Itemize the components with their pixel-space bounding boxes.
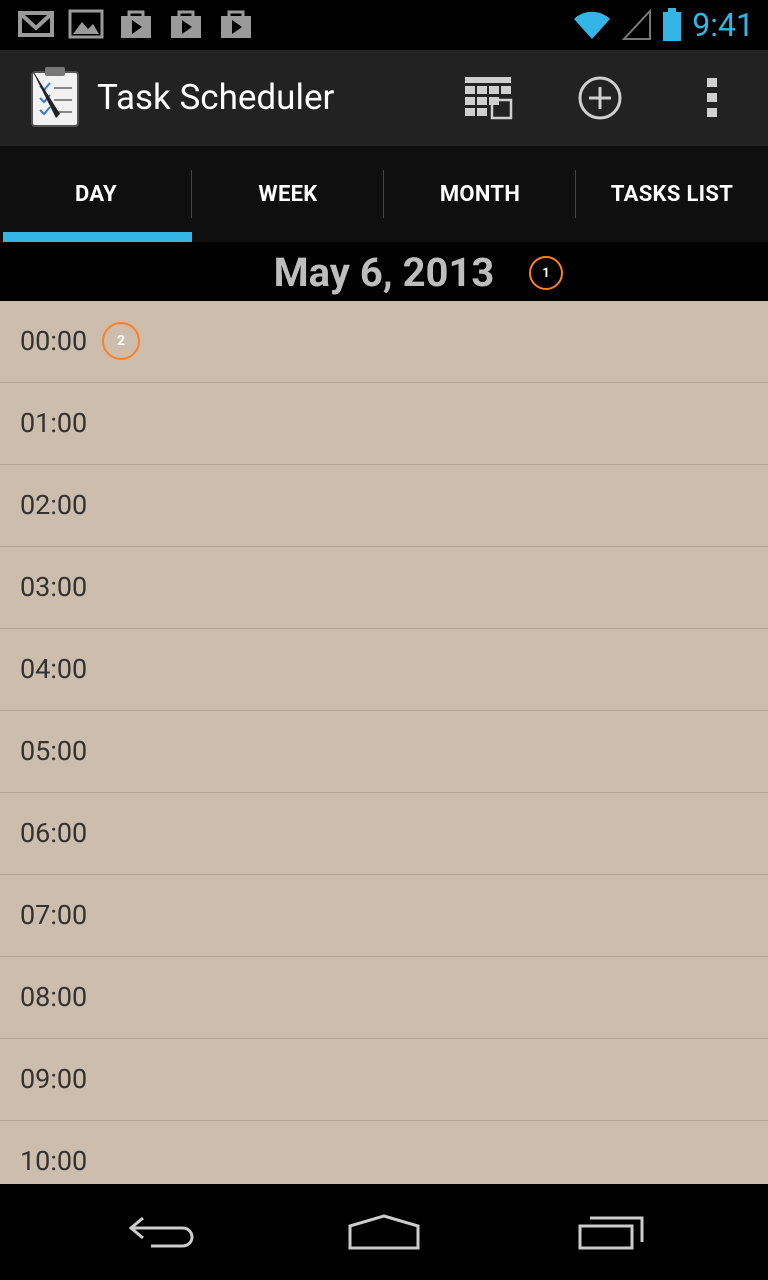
action-bar: Task Scheduler	[0, 50, 768, 147]
play-store-icon	[121, 10, 151, 38]
hour-row[interactable]: 07:00	[0, 875, 768, 957]
play-store-icon	[221, 10, 251, 38]
hour-label: 09:00	[20, 1063, 88, 1095]
add-task-button[interactable]	[570, 68, 630, 128]
date-header: May 6, 2013 1	[0, 242, 768, 301]
tab-label: MONTH	[439, 181, 521, 207]
hour-label: 02:00	[20, 489, 88, 521]
calendar-icon	[465, 77, 513, 120]
current-date[interactable]: May 6, 2013	[0, 248, 768, 298]
battery-icon	[663, 8, 682, 41]
status-clock: 9:41	[692, 6, 754, 44]
overflow-menu-button[interactable]	[682, 68, 742, 128]
tab-bar: DAY WEEK MONTH TASKS LIST	[0, 146, 768, 242]
tab-week[interactable]: WEEK	[192, 146, 384, 242]
hour-label: 00:00	[20, 325, 88, 357]
play-store-icon	[171, 10, 201, 38]
add-icon	[578, 76, 622, 120]
back-icon	[128, 1216, 194, 1248]
hour-label: 01:00	[20, 407, 88, 439]
hour-row[interactable]: 08:00	[0, 957, 768, 1039]
gallery-icon	[68, 9, 104, 39]
overflow-menu-icon	[707, 78, 717, 117]
tab-label: WEEK	[258, 181, 318, 207]
tab-day[interactable]: DAY	[0, 146, 192, 242]
tab-label: DAY	[75, 181, 117, 207]
hour-row[interactable]: 06:00	[0, 793, 768, 875]
home-icon	[348, 1214, 420, 1250]
hour-row[interactable]: 02:00	[0, 465, 768, 547]
hour-label: 05:00	[20, 735, 88, 767]
hour-row[interactable]: 10:00	[0, 1121, 768, 1184]
home-button[interactable]	[339, 1208, 429, 1256]
status-bar: 9:41	[0, 0, 768, 50]
hour-row[interactable]: 01:00	[0, 383, 768, 465]
hour-label: 04:00	[20, 653, 88, 685]
back-button[interactable]	[115, 1208, 205, 1256]
wifi-icon	[574, 11, 611, 39]
gmail-icon	[18, 11, 54, 37]
hour-badge: 2	[102, 322, 140, 360]
hour-label: 08:00	[20, 981, 88, 1013]
notification-icons	[18, 8, 254, 40]
hour-label: 03:00	[20, 571, 88, 603]
recent-apps-icon	[578, 1216, 644, 1250]
hour-row[interactable]: 00:00 2	[0, 301, 768, 383]
tab-month[interactable]: MONTH	[384, 146, 576, 242]
hour-label: 07:00	[20, 899, 88, 931]
hour-row[interactable]: 09:00	[0, 1039, 768, 1121]
tab-label: TASKS LIST	[610, 181, 734, 207]
app-title: Task Scheduler	[97, 77, 335, 118]
hour-row[interactable]: 03:00	[0, 547, 768, 629]
hour-row[interactable]: 04:00	[0, 629, 768, 711]
calendar-view-button[interactable]	[458, 68, 518, 128]
date-badge: 1	[529, 256, 563, 290]
navigation-bar	[0, 1184, 768, 1280]
hour-row[interactable]: 05:00	[0, 711, 768, 793]
clipboard-app-icon	[30, 66, 79, 127]
hour-label: 10:00	[20, 1145, 88, 1177]
tab-tasks-list[interactable]: TASKS LIST	[576, 146, 768, 242]
recent-apps-button[interactable]	[565, 1208, 655, 1256]
cell-signal-icon	[622, 9, 652, 40]
hour-label: 06:00	[20, 817, 88, 849]
hour-list[interactable]: 00:00 2 01:00 02:00 03:00 04:00 05:00 06…	[0, 301, 768, 1184]
selected-tab-indicator	[3, 232, 192, 242]
